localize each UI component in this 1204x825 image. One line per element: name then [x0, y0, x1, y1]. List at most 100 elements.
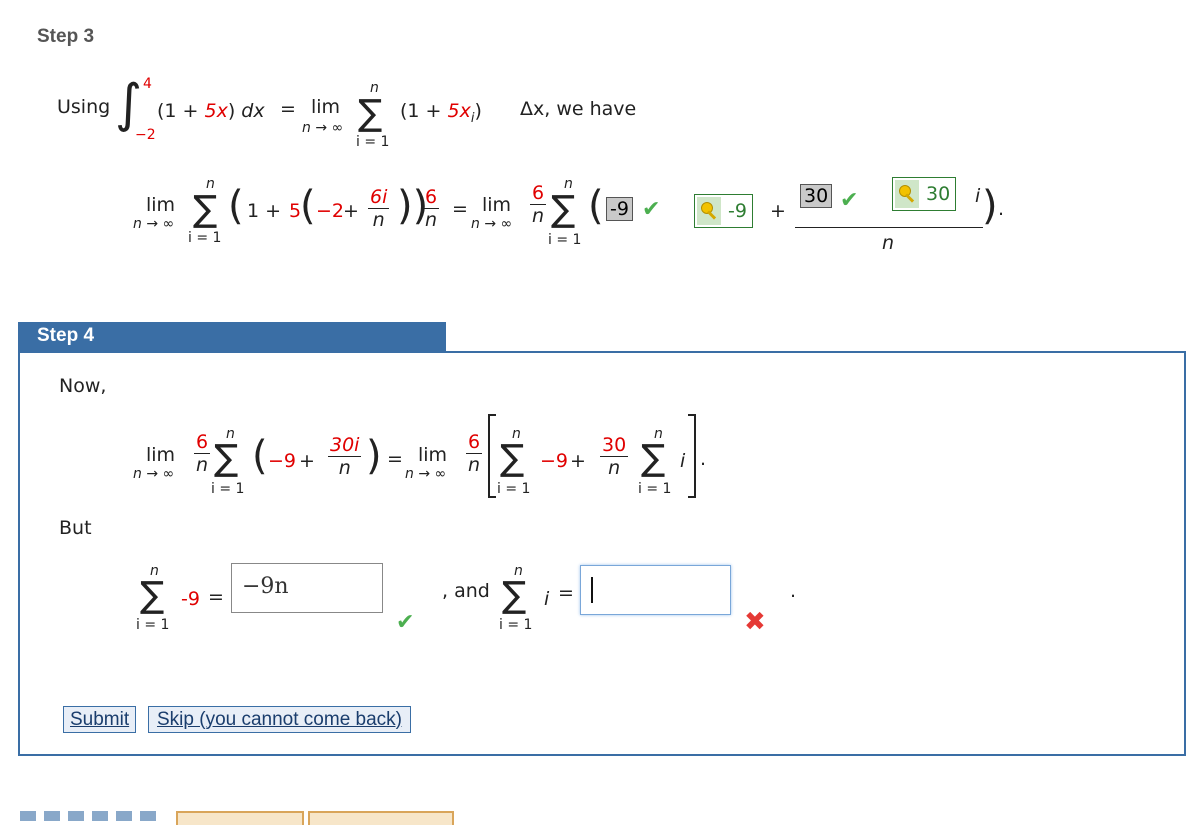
- limit-sub-2: n → ∞: [133, 216, 175, 232]
- step4-frac2-num: 30i: [330, 434, 360, 456]
- limit-label-2: lim: [146, 194, 176, 216]
- plus-sign-3: +: [299, 450, 315, 472]
- sum-bottom-2: i = 1: [188, 230, 222, 246]
- limit-sub-4: n → ∞: [133, 466, 175, 482]
- limit-sub: n → ∞: [302, 120, 344, 136]
- step4-header: Step 4: [18, 322, 446, 352]
- step4-frac4-den: n: [608, 457, 621, 479]
- equals-sign-4: =: [208, 586, 224, 608]
- paren-open-2: (: [300, 183, 316, 229]
- plus-sign-2: +: [770, 200, 786, 222]
- sum-bottom-7: i = 1: [136, 617, 170, 633]
- sum-bottom-5: i = 1: [497, 481, 531, 497]
- integrand-coef: 5x: [204, 100, 228, 122]
- bracket-close: [688, 414, 696, 498]
- dx: dx: [235, 100, 265, 122]
- fraction-6-n-2: 6 n: [530, 182, 547, 227]
- key-icon: [697, 197, 721, 225]
- fraction-bar-long: [795, 227, 983, 228]
- now-label: Now,: [59, 375, 107, 397]
- plus-sign-4: +: [570, 450, 586, 472]
- limit-label-3: lim: [482, 194, 512, 216]
- using-label: Using: [57, 96, 111, 118]
- i-variable-3: i: [544, 588, 550, 610]
- minus9-term: −9: [268, 450, 297, 472]
- sum-minus9-input[interactable]: −9n: [231, 563, 383, 613]
- period-1: .: [998, 198, 1005, 220]
- paren-close-3: ): [982, 183, 998, 229]
- integral-sign: ∫: [115, 74, 143, 134]
- equals-sign: =: [280, 98, 296, 120]
- period-3: .: [790, 580, 797, 602]
- frac3-num: 6: [532, 182, 545, 204]
- sum-bottom: i = 1: [356, 134, 390, 150]
- limit-label: lim: [311, 96, 341, 118]
- minus9-summand: -9: [181, 588, 200, 610]
- step4-frac-6-n-2: 6 n: [466, 431, 483, 476]
- minus-two: −2: [316, 200, 345, 222]
- limit-sub-3: n → ∞: [471, 216, 513, 232]
- partial-button-2[interactable]: [308, 811, 454, 825]
- fraction-6i-n: 6i n: [368, 186, 390, 231]
- cross-icon: ✖: [744, 607, 766, 637]
- partial-heading: [20, 811, 160, 821]
- term-open: (1 +: [400, 100, 448, 122]
- submit-button[interactable]: Submit: [63, 706, 137, 733]
- sum-bottom-6: i = 1: [638, 481, 672, 497]
- equals-sign-5: =: [558, 582, 574, 604]
- frac2-den: n: [425, 209, 438, 231]
- frac1-num: 6i: [370, 186, 388, 208]
- sum-bottom-4: i = 1: [211, 481, 245, 497]
- paren-close-4: ): [366, 433, 382, 479]
- step4-frac-30i-n: 30i n: [328, 434, 362, 479]
- sigma-symbol-4: ∑: [214, 438, 239, 479]
- sum-i-input[interactable]: [580, 565, 731, 615]
- integral-upper-limit: 4: [143, 76, 152, 92]
- paren-open-3: (: [588, 183, 604, 229]
- sum-bottom-3: i = 1: [548, 232, 582, 248]
- one-plus: 1 +: [247, 200, 282, 222]
- period-2: .: [700, 448, 707, 470]
- limit-sub-5: n → ∞: [405, 466, 447, 482]
- answer-box-minus9[interactable]: -9: [606, 197, 633, 221]
- partial-button-1[interactable]: [176, 811, 304, 825]
- key-icon: [895, 180, 919, 208]
- limit-label-5: lim: [418, 444, 448, 466]
- step4-frac4-num: 30: [602, 434, 627, 456]
- sum-bottom-8: i = 1: [499, 617, 533, 633]
- key-answer-30[interactable]: 30: [892, 177, 957, 211]
- paren-open-4: (: [252, 433, 268, 479]
- check-icon: ✔: [642, 197, 661, 222]
- step4-frac3-num: 6: [468, 431, 481, 453]
- step4-frac-6-n: 6 n: [194, 431, 211, 476]
- sum-minus9-input-value: −9n: [242, 574, 289, 599]
- term-coef: 5x: [447, 100, 471, 122]
- step4-frac-den: n: [196, 454, 209, 476]
- minus9-term-2: −9: [540, 450, 569, 472]
- step4-frac3-den: n: [468, 454, 481, 476]
- frac2-num: 6: [425, 186, 438, 208]
- step4-frac-30-n: 30 n: [600, 434, 629, 479]
- answer-box-30[interactable]: 30: [800, 184, 833, 208]
- paren-open-1: (: [228, 183, 244, 229]
- step4-title: Step 4: [37, 325, 95, 346]
- equals-sign-3: =: [387, 448, 403, 470]
- i-variable: i: [975, 185, 981, 207]
- text-cursor: [591, 577, 593, 603]
- term-close: ): [474, 100, 482, 122]
- delta-text: Δx, we have: [520, 98, 637, 120]
- sigma-symbol-8: ∑: [502, 575, 527, 616]
- key-answer-minus9-value: -9: [728, 200, 747, 222]
- sigma-symbol-3: ∑: [551, 189, 576, 230]
- sigma-symbol-6: ∑: [641, 438, 666, 479]
- skip-button[interactable]: Skip (you cannot come back): [148, 706, 412, 733]
- step4-frac-num: 6: [196, 431, 209, 453]
- sigma-symbol-7: ∑: [140, 575, 165, 616]
- bracket-open: [488, 414, 496, 498]
- integrand-open: (1 +: [157, 100, 205, 122]
- i-variable-2: i: [680, 450, 686, 472]
- plus-sign-1: +: [343, 200, 359, 222]
- key-answer-minus9[interactable]: -9: [694, 194, 753, 228]
- key-answer-30-value: 30: [926, 183, 951, 205]
- step4-frac2-den: n: [338, 457, 351, 479]
